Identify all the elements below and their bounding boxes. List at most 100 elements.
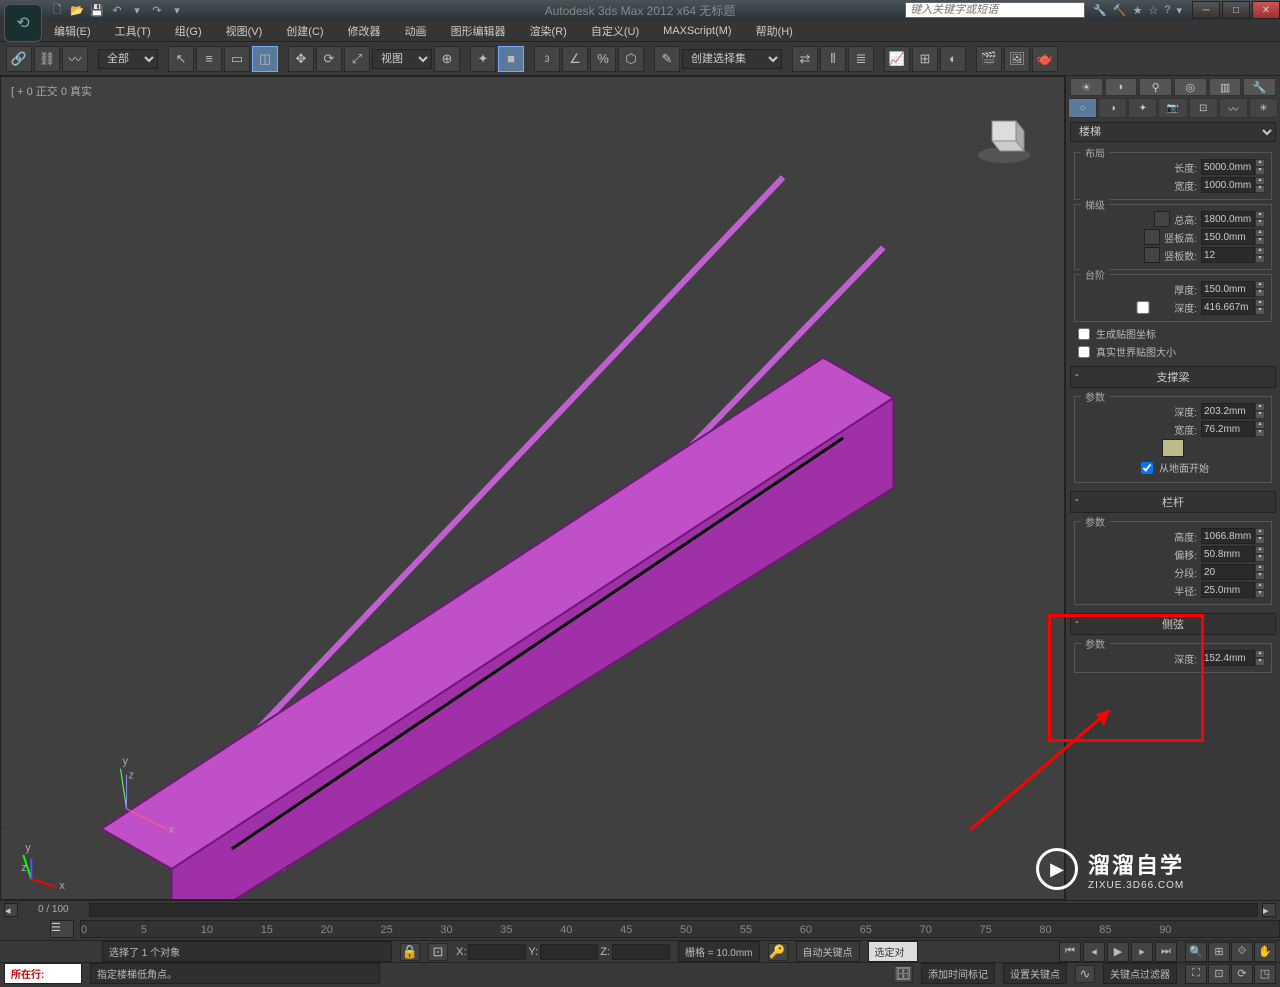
timeline-config-icon[interactable]: ☰: [50, 920, 74, 938]
railing-height-input[interactable]: [1201, 528, 1255, 544]
undo-icon[interactable]: ↶: [108, 2, 126, 18]
subtab-helpers-icon[interactable]: ⊡: [1189, 98, 1218, 118]
tab-create-icon[interactable]: ☀: [1070, 78, 1103, 96]
unlink-icon[interactable]: ⛓: [34, 46, 60, 72]
toolbox-icon[interactable]: 🔧: [1093, 4, 1107, 17]
autokey-button[interactable]: 自动关键点: [796, 941, 860, 962]
next-frame-icon[interactable]: ▸: [1131, 942, 1153, 962]
z-input[interactable]: [612, 944, 670, 960]
tab-motion-icon[interactable]: ◎: [1174, 78, 1207, 96]
field-of-view-icon[interactable]: ⟐: [1231, 942, 1253, 962]
subtab-cameras-icon[interactable]: 📷: [1158, 98, 1187, 118]
maximize-viewport-icon[interactable]: ◳: [1254, 964, 1276, 984]
stringer-rollout-title[interactable]: 支撑梁: [1070, 366, 1276, 388]
menu-customize[interactable]: 自定义(U): [585, 21, 645, 41]
maximize-button[interactable]: □: [1222, 1, 1250, 19]
pivot-icon[interactable]: ⊕: [434, 46, 460, 72]
render-frame-icon[interactable]: 🖼: [1004, 46, 1030, 72]
rotate-icon[interactable]: ⟳: [316, 46, 342, 72]
stringer-depth-input[interactable]: [1201, 403, 1255, 419]
spinner-buttons[interactable]: ▴▾: [1255, 211, 1265, 227]
select-icon[interactable]: ↖: [168, 46, 194, 72]
lock-icon[interactable]: [1144, 229, 1160, 245]
side-depth-input[interactable]: [1201, 650, 1255, 666]
ref-coord-system[interactable]: 视图: [372, 49, 432, 69]
spinner-buttons[interactable]: ▴▾: [1255, 299, 1265, 315]
y-input[interactable]: [540, 944, 598, 960]
tab-modify-icon[interactable]: ◗: [1105, 78, 1138, 96]
selected-obj-mode[interactable]: 选定对: [868, 941, 918, 962]
play-icon[interactable]: ▶: [1107, 942, 1129, 962]
key-icon[interactable]: 🔑: [768, 943, 788, 961]
spinner-buttons[interactable]: ▴▾: [1255, 650, 1265, 666]
schematic-icon[interactable]: ⊞: [912, 46, 938, 72]
railing-rollout-title[interactable]: 栏杆: [1070, 491, 1276, 513]
region-rect-icon[interactable]: ▭: [224, 46, 250, 72]
star-icon[interactable]: ★: [1133, 4, 1143, 17]
menu-group[interactable]: 组(G): [169, 21, 208, 41]
menu-maxscript[interactable]: MAXScript(M): [657, 23, 737, 39]
subtab-lights-icon[interactable]: ✦: [1128, 98, 1157, 118]
keyboard-shortcut-icon[interactable]: ■: [498, 46, 524, 72]
new-icon[interactable]: 🗋: [48, 2, 66, 18]
spinner-buttons[interactable]: ▴▾: [1255, 546, 1265, 562]
spinner-buttons[interactable]: ▴▾: [1255, 229, 1265, 245]
percent-snap-icon[interactable]: %: [590, 46, 616, 72]
menu-view[interactable]: 视图(V): [220, 21, 269, 41]
railing-segments-input[interactable]: [1201, 564, 1255, 580]
redo-icon[interactable]: ↷: [148, 2, 166, 18]
total-height-input[interactable]: [1201, 211, 1255, 227]
frame-indicator[interactable]: 0 / 100: [38, 904, 69, 915]
zoom-extents-all-icon[interactable]: ⊡: [1208, 964, 1230, 984]
edit-named-sel-icon[interactable]: ✎: [654, 46, 680, 72]
layers-icon[interactable]: ≣: [848, 46, 874, 72]
subtab-geometry-icon[interactable]: ○: [1068, 98, 1097, 118]
menu-tools[interactable]: 工具(T): [109, 21, 157, 41]
menu-render[interactable]: 渲染(R): [524, 21, 573, 41]
x-input[interactable]: [468, 944, 526, 960]
lock-icon[interactable]: [1144, 247, 1160, 263]
lock-selection-icon[interactable]: 🔒: [400, 943, 420, 961]
manipulate-icon[interactable]: ✦: [470, 46, 496, 72]
isolate-icon[interactable]: ⊡: [428, 943, 448, 961]
selection-filter[interactable]: 全部: [98, 49, 158, 69]
menu-animation[interactable]: 动画: [399, 21, 433, 41]
wrench-icon[interactable]: 🔨: [1113, 4, 1127, 17]
scale-icon[interactable]: ⤢: [344, 46, 370, 72]
dropdown-icon[interactable]: ▾: [168, 2, 186, 18]
tab-hierarchy-icon[interactable]: ⚲: [1139, 78, 1172, 96]
go-start-icon[interactable]: ⏮: [1059, 942, 1081, 962]
depth-checkbox[interactable]: [1116, 301, 1170, 314]
bind-icon[interactable]: 〰: [62, 46, 88, 72]
time-tag-icon[interactable]: 🗄: [893, 965, 913, 983]
material-editor-icon[interactable]: ◐: [940, 46, 966, 72]
spinner-snap-icon[interactable]: ⬡: [618, 46, 644, 72]
menu-graph-editors[interactable]: 图形编辑器: [445, 21, 512, 41]
key-filter-icon[interactable]: ∿: [1075, 965, 1095, 983]
open-icon[interactable]: 📂: [68, 2, 86, 18]
angle-snap-icon[interactable]: ∠: [562, 46, 588, 72]
star-icon[interactable]: ☆: [1148, 4, 1158, 17]
spinner-buttons[interactable]: ▴▾: [1255, 177, 1265, 193]
riser-height-input[interactable]: [1201, 229, 1255, 245]
snap-3d-icon[interactable]: 3: [534, 46, 560, 72]
depth-input[interactable]: [1201, 299, 1255, 315]
dropdown-icon[interactable]: ▾: [1176, 4, 1182, 17]
go-end-icon[interactable]: ⏭: [1155, 942, 1177, 962]
zoom-icon[interactable]: 🔍: [1185, 942, 1207, 962]
prev-frame-icon[interactable]: ◂: [1083, 942, 1105, 962]
category-dropdown[interactable]: 楼梯: [1070, 122, 1276, 142]
render-setup-icon[interactable]: 🎬: [976, 46, 1002, 72]
render-icon[interactable]: 🫖: [1032, 46, 1058, 72]
zoom-all-icon[interactable]: ⊞: [1208, 942, 1230, 962]
curve-editor-icon[interactable]: 📈: [884, 46, 910, 72]
set-key-button[interactable]: 设置关键点: [1003, 963, 1067, 984]
side-rollout-title[interactable]: 侧弦: [1070, 613, 1276, 635]
subtab-shapes-icon[interactable]: ◑: [1098, 98, 1127, 118]
viewport-label[interactable]: [ + 0 正交 0 真实: [11, 83, 92, 99]
save-icon[interactable]: 💾: [88, 2, 106, 18]
spinner-buttons[interactable]: ▴▾: [1255, 421, 1265, 437]
window-crossing-icon[interactable]: ◫: [252, 46, 278, 72]
frame-scrollbar[interactable]: [89, 903, 1258, 917]
spinner-buttons[interactable]: ▴▾: [1255, 403, 1265, 419]
